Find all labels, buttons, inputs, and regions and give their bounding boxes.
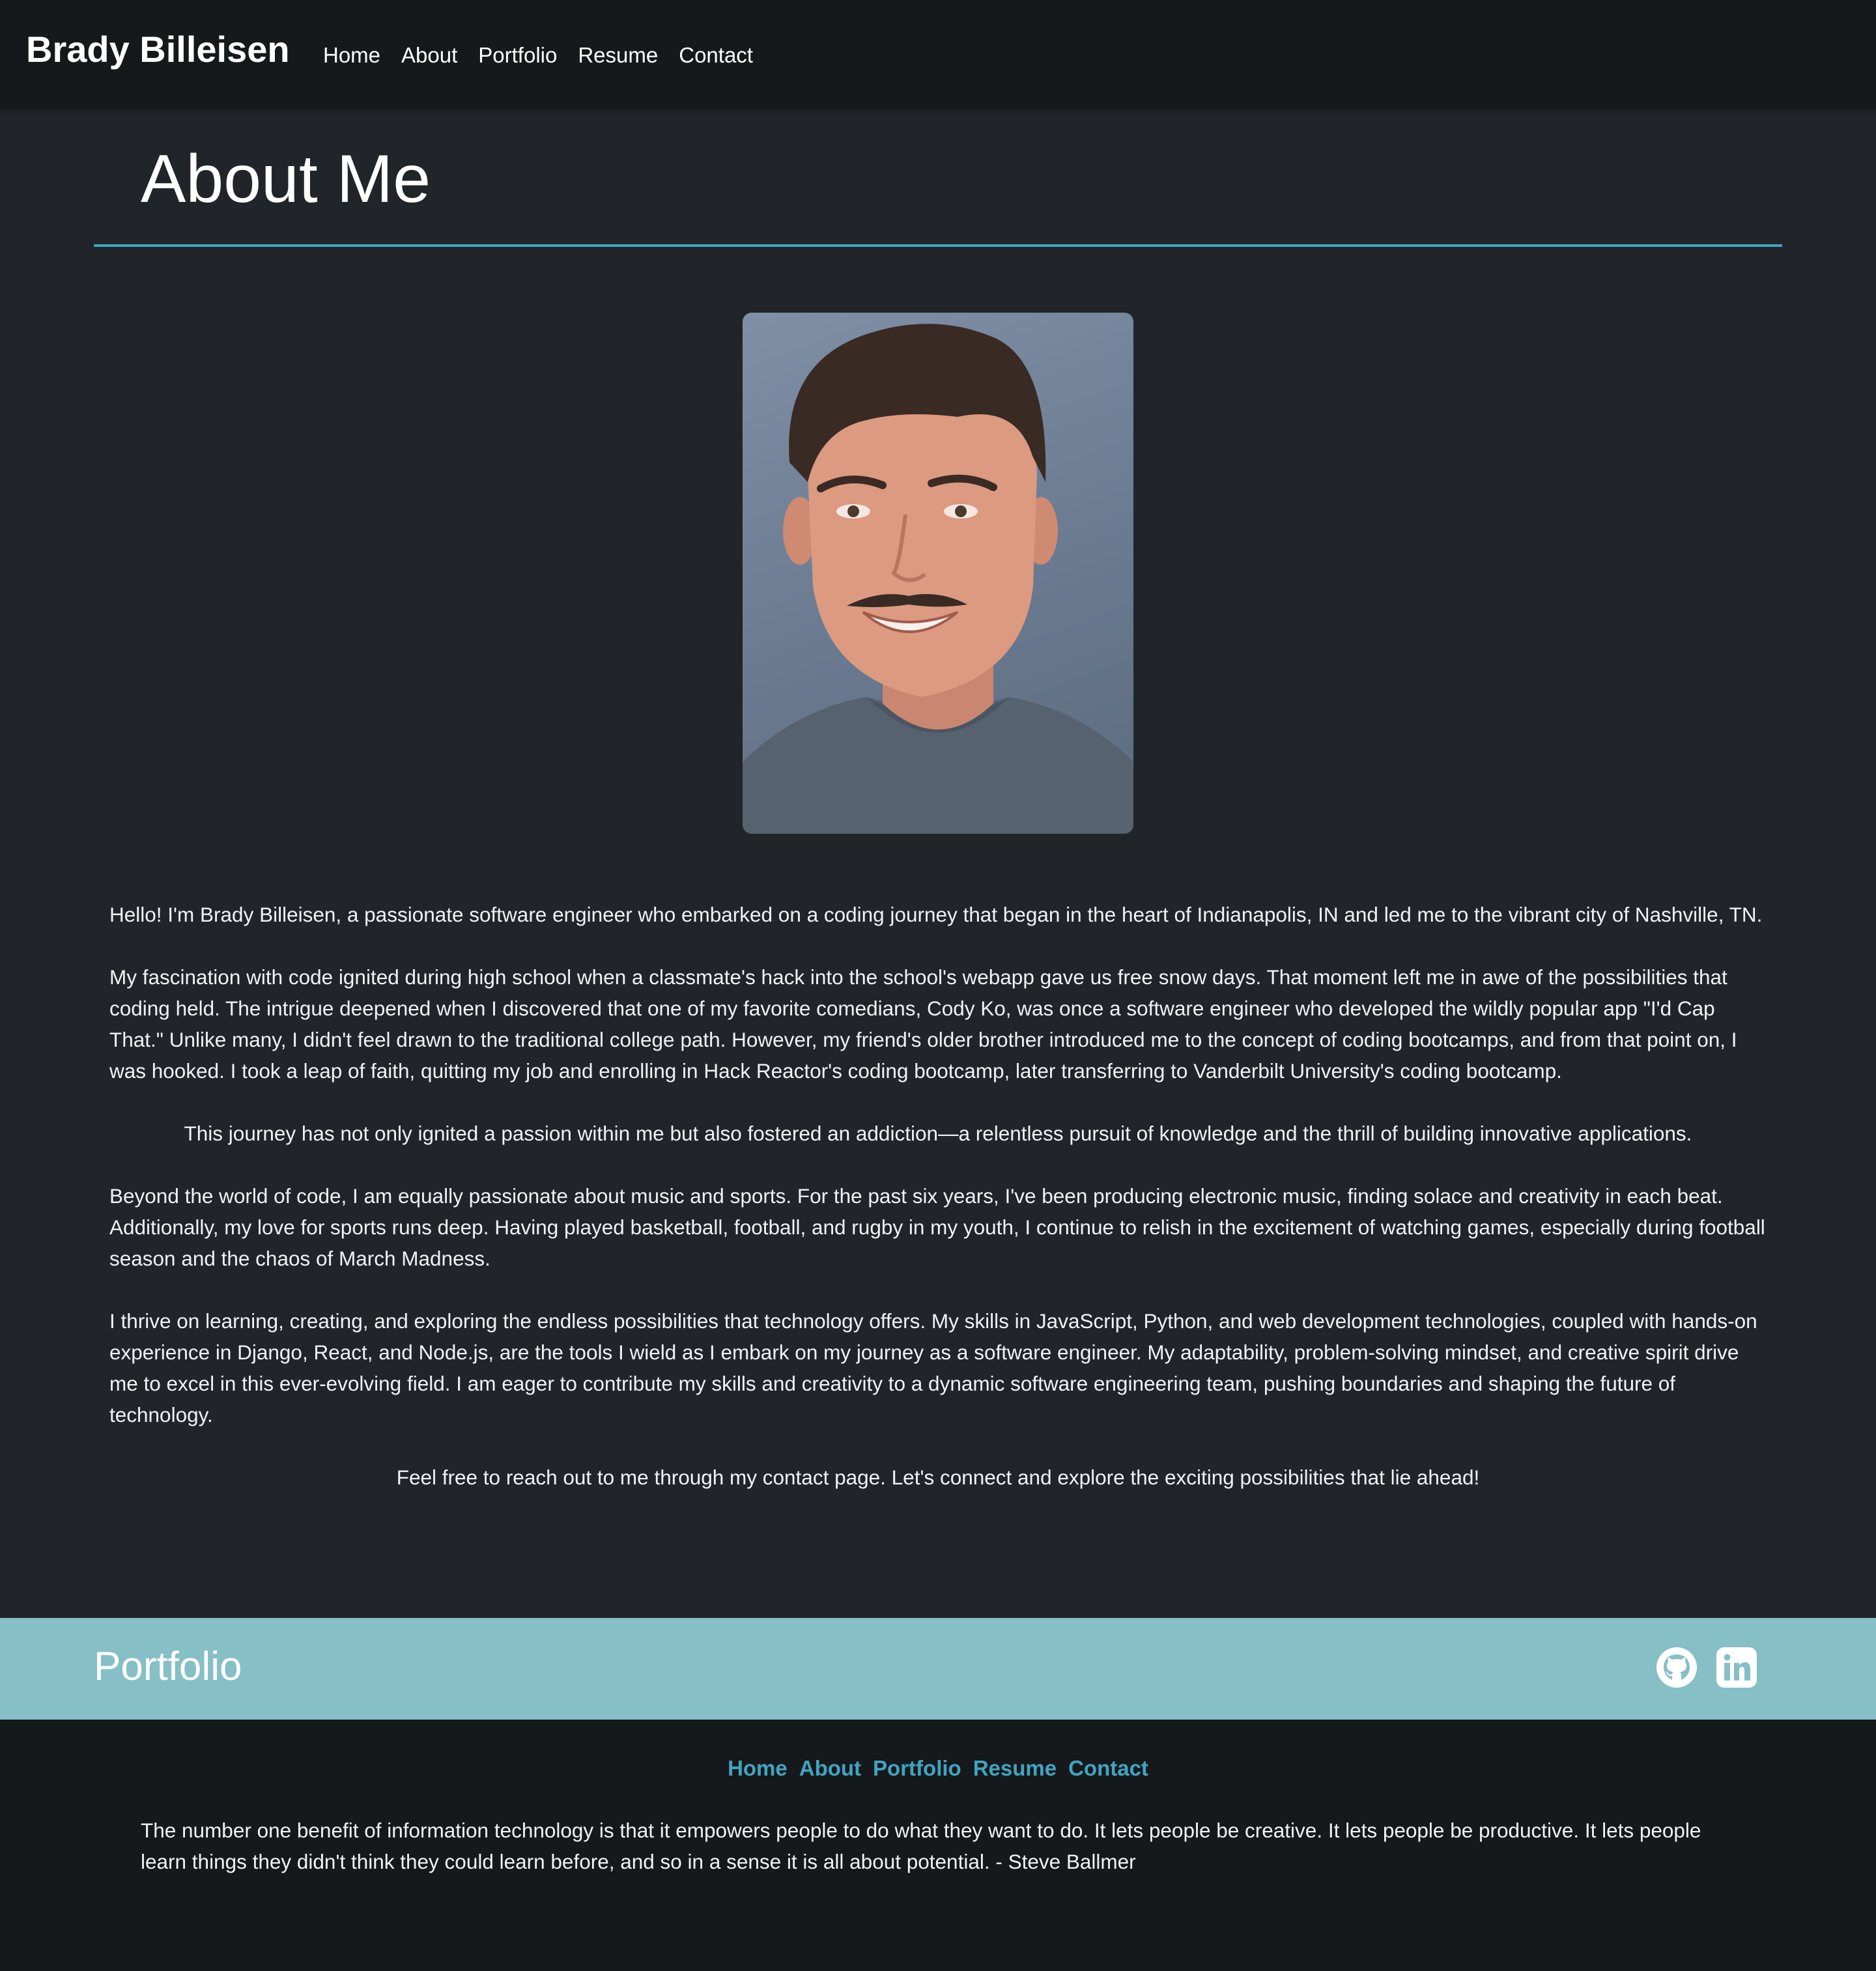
page-title: About Me [141, 141, 431, 217]
footer-link-portfolio[interactable]: Portfolio [873, 1753, 961, 1783]
about-paragraph-intro: Hello! I'm Brady Billeisen, a passionate… [109, 903, 1763, 926]
profile-photo [743, 313, 1133, 834]
footer-link-home[interactable]: Home [728, 1753, 788, 1783]
nav-link-portfolio[interactable]: Portfolio [478, 40, 557, 70]
footer-link-contact[interactable]: Contact [1068, 1753, 1148, 1783]
footer: Home About Portfolio Resume Contact The … [0, 1720, 1876, 1971]
portfolio-band: Portfolio [0, 1618, 1876, 1720]
nav-link-about[interactable]: About [401, 40, 457, 70]
github-icon[interactable] [1656, 1647, 1698, 1688]
nav-link-resume[interactable]: Resume [578, 40, 658, 70]
about-paragraph-hobbies: Beyond the world of code, I am equally p… [109, 1184, 1765, 1270]
top-navbar: Brady Billeisen Home About Portfolio Res… [0, 0, 1876, 108]
linkedin-icon[interactable] [1716, 1647, 1757, 1688]
about-paragraph-origin: My fascination with code ignited during … [109, 965, 1737, 1083]
band-title[interactable]: Portfolio [94, 1638, 242, 1696]
about-text: Hello! I'm Brady Billeisen, a passionate… [109, 899, 1767, 1524]
nav-links: Home About Portfolio Resume Contact [323, 40, 753, 70]
nav-link-home[interactable]: Home [323, 40, 380, 70]
footer-link-resume[interactable]: Resume [973, 1753, 1057, 1783]
brand-link[interactable]: Brady Billeisen [26, 25, 290, 74]
about-paragraph-passion: This journey has not only ignited a pass… [184, 1122, 1692, 1145]
about-paragraph-skills: I thrive on learning, creating, and expl… [109, 1309, 1757, 1426]
nav-link-contact[interactable]: Contact [679, 40, 753, 70]
title-divider [94, 244, 1782, 247]
about-paragraph-contact: Feel free to reach out to me through my … [396, 1466, 1480, 1489]
footer-quote: The number one benefit of information te… [141, 1819, 1701, 1873]
footer-link-about[interactable]: About [799, 1753, 861, 1783]
footer-links: Home About Portfolio Resume Contact [0, 1753, 1876, 1783]
